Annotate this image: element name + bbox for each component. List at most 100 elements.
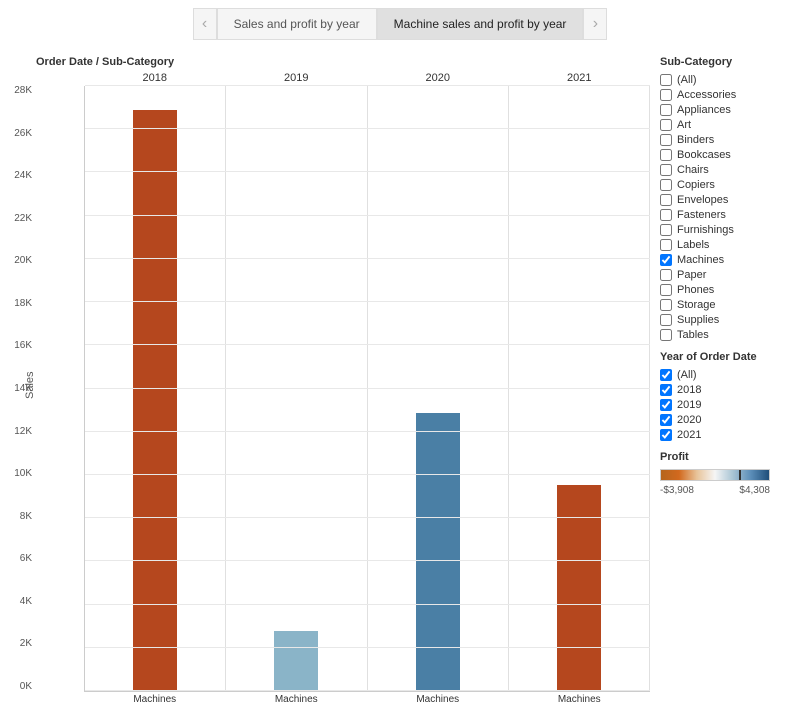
tab-machine-sales[interactable]: Machine sales and profit by year — [377, 8, 584, 40]
subcategory-item-machines[interactable]: Machines — [660, 254, 782, 266]
subcategory-item-fasteners[interactable]: Fasteners — [660, 209, 782, 221]
subcategory-item-tables[interactable]: Tables — [660, 329, 782, 341]
subcategory-label: (All) — [677, 74, 697, 86]
year-label: 2020 — [677, 414, 701, 426]
year-label-2019: 2019 — [226, 72, 368, 84]
profit-filter-title: Profit — [660, 451, 782, 463]
subcategory-item-storage[interactable]: Storage — [660, 299, 782, 311]
top-navigation: ‹ Sales and profit by year Machine sales… — [0, 0, 800, 46]
chart-title: Order Date / Sub-Category — [36, 56, 174, 68]
subcategory-checkbox-binders[interactable] — [660, 134, 672, 146]
subcategory-label: Tables — [677, 329, 709, 341]
subcategory-checkbox-art[interactable] — [660, 119, 672, 131]
subcategory-checkbox-copiers[interactable] — [660, 179, 672, 191]
bar-2019[interactable] — [274, 631, 318, 692]
gridline — [85, 517, 650, 518]
year-item-2019[interactable]: 2019 — [660, 399, 782, 411]
year-checkbox-(all)[interactable] — [660, 369, 672, 381]
gridline — [85, 171, 650, 172]
subcategory-item-phones[interactable]: Phones — [660, 284, 782, 296]
profit-max-label: $4,308 — [739, 485, 770, 496]
subcategory-checkbox-labels[interactable] — [660, 239, 672, 251]
subcategory-checkbox-paper[interactable] — [660, 269, 672, 281]
subcategory-checkbox-tables[interactable] — [660, 329, 672, 341]
year-item-2018[interactable]: 2018 — [660, 384, 782, 396]
subcategory-item-supplies[interactable]: Supplies — [660, 314, 782, 326]
year-checkbox-2021[interactable] — [660, 429, 672, 441]
subcategory-item-copiers[interactable]: Copiers — [660, 179, 782, 191]
x-label-group-2018: Machines — [84, 694, 226, 705]
year-labels: 2018 2019 2020 2021 — [84, 72, 650, 84]
subcategory-checkbox-phones[interactable] — [660, 284, 672, 296]
subcategory-checkbox-chairs[interactable] — [660, 164, 672, 176]
subcategory-checkbox-bookcases[interactable] — [660, 149, 672, 161]
subcategory-checkbox-fasteners[interactable] — [660, 209, 672, 221]
gridline — [85, 344, 650, 345]
subcategory-item-envelopes[interactable]: Envelopes — [660, 194, 782, 206]
subcategory-item-labels[interactable]: Labels — [660, 239, 782, 251]
chart-area: Sales Order Date / Sub-Category 2018 201… — [10, 46, 650, 715]
subcategory-checkbox-(all)[interactable] — [660, 74, 672, 86]
gridline — [85, 474, 650, 475]
x-label-group-2021: Machines — [509, 694, 651, 705]
chart-wrap: Sales Order Date / Sub-Category 2018 201… — [20, 56, 650, 705]
y-axis-label: Sales — [20, 66, 36, 705]
year-checkbox-2019[interactable] — [660, 399, 672, 411]
year-item-2021[interactable]: 2021 — [660, 429, 782, 441]
subcategory-checkbox-envelopes[interactable] — [660, 194, 672, 206]
x-label-2021: Machines — [558, 694, 601, 705]
year-label: (All) — [677, 369, 697, 381]
subcategory-label: Storage — [677, 299, 716, 311]
subcategory-label: Bookcases — [677, 149, 731, 161]
subcategory-item-accessories[interactable]: Accessories — [660, 89, 782, 101]
subcategory-checkbox-storage[interactable] — [660, 299, 672, 311]
year-group-2020 — [368, 86, 509, 691]
subcategory-checkbox-supplies[interactable] — [660, 314, 672, 326]
gridline — [85, 431, 650, 432]
bars-row — [85, 86, 650, 691]
year-checkbox-2018[interactable] — [660, 384, 672, 396]
subcategory-label: Copiers — [677, 179, 715, 191]
x-label-group-2019: Machines — [226, 694, 368, 705]
bar-2021[interactable] — [557, 485, 601, 691]
subcategory-item-(all)[interactable]: (All) — [660, 74, 782, 86]
gridline — [85, 647, 650, 648]
gridline — [85, 301, 650, 302]
tab-sales-profit[interactable]: Sales and profit by year — [217, 8, 377, 40]
right-panel: Sub-Category(All)AccessoriesAppliancesAr… — [650, 46, 790, 715]
subcategory-label: Fasteners — [677, 209, 726, 221]
year-filter-title: Year of Order Date — [660, 351, 782, 363]
main-content: Sales Order Date / Sub-Category 2018 201… — [0, 46, 800, 715]
gridline — [85, 85, 650, 86]
subcategory-label: Paper — [677, 269, 706, 281]
year-item-2020[interactable]: 2020 — [660, 414, 782, 426]
chart-inner: Order Date / Sub-Category 2018 2019 2020… — [36, 56, 650, 705]
subcategory-item-art[interactable]: Art — [660, 119, 782, 131]
prev-tab-button[interactable]: ‹ — [193, 8, 217, 40]
subcategory-checkbox-appliances[interactable] — [660, 104, 672, 116]
subcategory-checkbox-furnishings[interactable] — [660, 224, 672, 236]
gridline — [85, 258, 650, 259]
year-group-2018 — [85, 86, 226, 691]
gridline — [85, 690, 650, 691]
next-tab-button[interactable]: › — [583, 8, 607, 40]
subcategory-item-bookcases[interactable]: Bookcases — [660, 149, 782, 161]
year-item-(all)[interactable]: (All) — [660, 369, 782, 381]
subcategory-label: Furnishings — [677, 224, 734, 236]
year-checkbox-2020[interactable] — [660, 414, 672, 426]
bar-2020[interactable] — [416, 413, 460, 691]
subcategory-item-paper[interactable]: Paper — [660, 269, 782, 281]
subcategory-item-furnishings[interactable]: Furnishings — [660, 224, 782, 236]
subcategory-item-appliances[interactable]: Appliances — [660, 104, 782, 116]
subcategory-label: Supplies — [677, 314, 719, 326]
subcategory-item-chairs[interactable]: Chairs — [660, 164, 782, 176]
gridline — [85, 604, 650, 605]
subcategory-label: Appliances — [677, 104, 731, 116]
subcategory-checkbox-accessories[interactable] — [660, 89, 672, 101]
gridline — [85, 560, 650, 561]
subcategory-label: Chairs — [677, 164, 709, 176]
x-label-2020: Machines — [416, 694, 459, 705]
subcategory-item-binders[interactable]: Binders — [660, 134, 782, 146]
subcategory-checkbox-machines[interactable] — [660, 254, 672, 266]
year-label-2021: 2021 — [509, 72, 651, 84]
